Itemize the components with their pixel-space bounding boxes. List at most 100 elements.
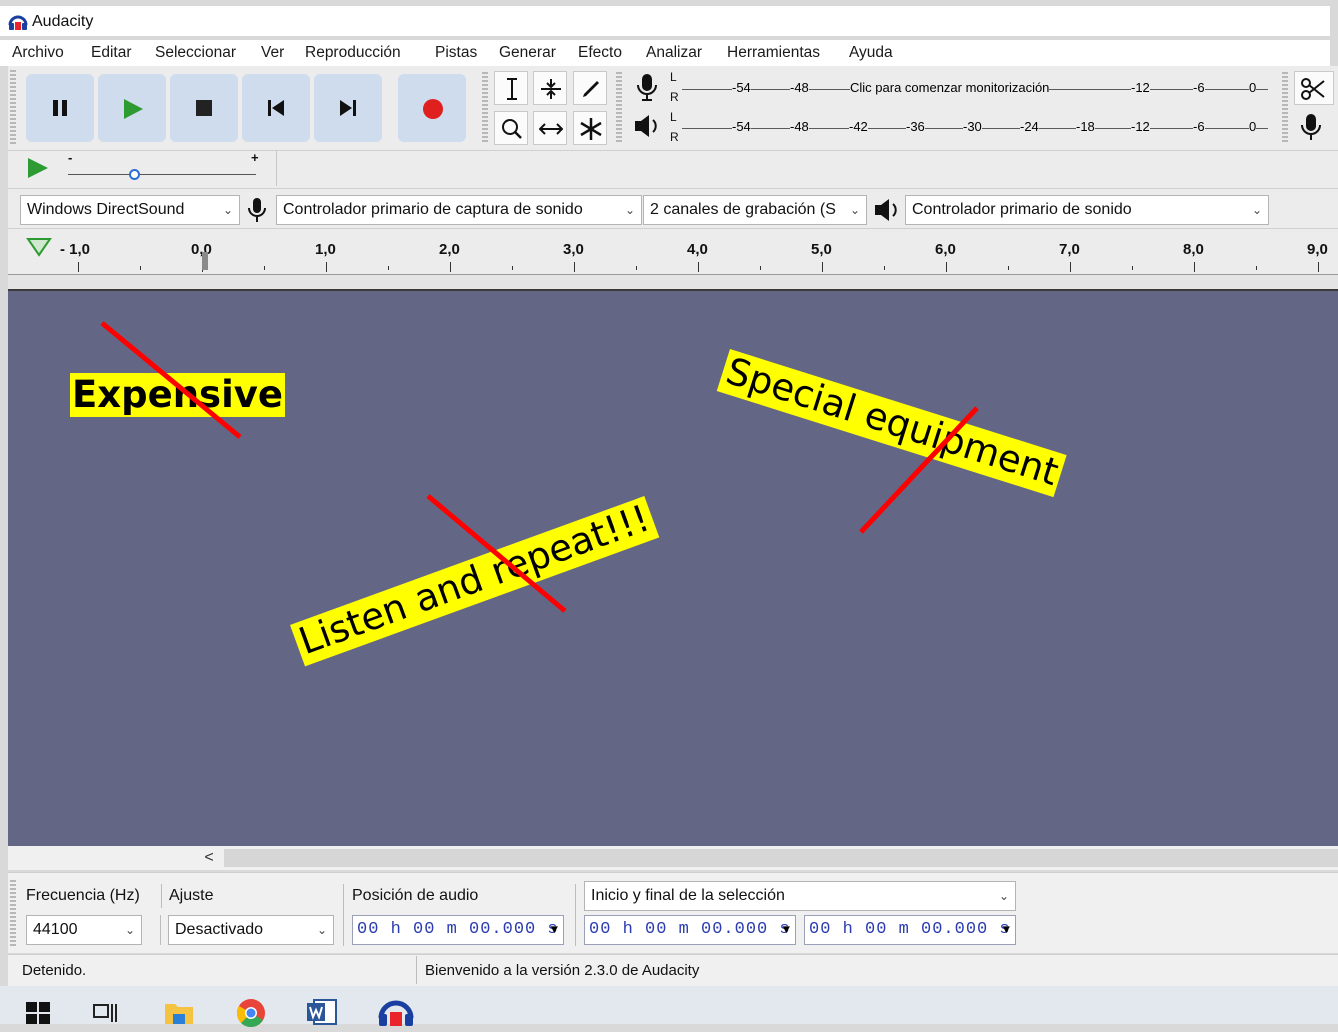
audio-host-value: Windows DirectSound [27,201,185,218]
audio-host-select[interactable]: Windows DirectSound ⌄ [20,195,240,225]
play-scale-42: -42 [849,119,868,134]
ruler-minor-tick [388,266,389,270]
menu-archivo[interactable]: Archivo [12,44,64,62]
dropdown-triangle-icon: ▼ [782,923,791,937]
menu-analizar[interactable]: Analizar [646,44,702,62]
skip-to-end-button[interactable] [314,74,382,142]
zoom-tool[interactable] [494,111,528,145]
stop-button[interactable] [170,74,238,142]
play-scale-30: -30 [963,119,982,134]
scroll-left-arrow-icon[interactable]: < [196,848,222,868]
recording-channels-select[interactable]: 2 canales de grabación (S ⌄ [643,195,867,225]
play-scale-12: -12 [1131,119,1150,134]
speed-plus: + [251,150,259,165]
menu-ver[interactable]: Ver [261,44,284,62]
record-meter-mic-icon[interactable] [634,72,660,106]
selection-start-field[interactable]: 00 h 00 m 00.000 s ▼ [584,915,796,945]
input-device-select[interactable]: Controlador primario de captura de sonid… [276,195,642,225]
selection-end-field[interactable]: 00 h 00 m 00.000 s ▼ [804,915,1016,945]
ruler-gap [8,275,1338,289]
track-area[interactable]: Expensive Special equipment Listen and r… [8,291,1338,846]
selection-tool[interactable] [494,71,528,105]
ruler-major-tick [1194,262,1195,272]
menu-editar[interactable]: Editar [91,44,132,62]
chrome-icon[interactable] [236,998,266,1032]
snap-select[interactable]: Desactivado ⌄ [168,915,334,945]
playback-meter[interactable]: -54 -48 -42 -36 -30 -24 -18 -12 -6 0 [682,110,1268,148]
skip-to-start-button[interactable] [242,74,310,142]
chevron-down-icon: ⌄ [624,203,635,217]
envelope-tool[interactable] [533,71,567,105]
project-rate-select[interactable]: 44100 ⌄ [26,915,142,945]
menu-ayuda[interactable]: Ayuda [849,44,893,62]
audacity-taskbar-icon[interactable] [376,996,416,1030]
i-beam-icon [507,78,517,100]
transport-grip[interactable] [10,70,16,146]
word-icon[interactable] [306,998,338,1030]
menu-pistas[interactable]: Pistas [435,44,477,62]
multi-tool[interactable] [573,111,607,145]
ruler-label: 6,0 [935,241,956,258]
scissors-icon [1301,78,1325,100]
strike-lines [100,321,979,613]
selection-toolbar-grip[interactable] [10,880,16,946]
menu-generar[interactable]: Generar [499,44,556,62]
pencil-icon [583,81,599,97]
task-view-icon[interactable] [93,1002,119,1028]
play-scale-48: -48 [790,119,809,134]
playhead-marker[interactable] [202,252,208,270]
record-meter[interactable]: -54 -48 Clic para comenzar monitorizació… [682,70,1268,110]
speed-slider-thumb[interactable] [128,169,140,180]
menu-efecto[interactable]: Efecto [578,44,622,62]
device-toolbar-divider [8,188,1338,189]
play-scale-24: -24 [1020,119,1039,134]
play-at-speed-button[interactable] [26,156,52,182]
ruler-major-tick [698,262,699,272]
snap-label: Ajuste [169,887,214,904]
rec-channel-left: L [670,70,677,84]
time-shift-tool[interactable] [533,111,567,145]
playback-meter-speaker-icon[interactable] [632,112,662,144]
ruler-major-tick [326,262,327,272]
window-title: Audacity [32,13,94,30]
edit-grip[interactable] [1282,72,1288,144]
ruler-minor-tick [884,266,885,270]
cut-button[interactable] [1294,71,1334,105]
timeline-options-button[interactable] [26,236,52,262]
playback-speed-slider[interactable]: - + [64,150,264,186]
status-state: Detenido. [22,962,87,979]
output-device-speaker-icon [872,196,902,228]
skip-start-icon [268,100,284,116]
audio-position-field[interactable]: 00 h 00 m 00.000 s ▼ [352,915,564,945]
menu-reproduccion[interactable]: Reproducción [305,44,401,62]
separator [416,956,417,984]
record-button[interactable] [398,74,466,142]
tools-grip[interactable] [482,72,488,144]
windows-start-icon[interactable] [26,1002,50,1028]
selection-mode-value: Inicio y final de la selección [591,887,785,904]
meter-grip[interactable] [616,72,622,144]
ruler-minor-tick [760,266,761,270]
ruler-major-tick [946,262,947,272]
ruler-major-tick [78,262,79,272]
menu-herramientas[interactable]: Herramientas [727,44,820,62]
skip-end-icon [340,100,356,116]
stop-icon [196,100,212,116]
ruler-major-tick [574,262,575,272]
draw-tool[interactable] [573,71,607,105]
menu-seleccionar[interactable]: Seleccionar [155,44,236,62]
horizontal-scrollbar-thumb[interactable] [224,849,1338,867]
dropdown-triangle-icon: ▼ [1002,923,1011,937]
audio-position-label: Posición de audio [352,887,479,904]
selection-end-value: 00 h 00 m 00.000 s [809,920,1011,939]
record-device-mic-icon[interactable] [1298,112,1324,146]
output-device-value: Controlador primario de sonido [912,201,1132,218]
ruler-label: 7,0 [1059,241,1080,258]
selection-start-value: 00 h 00 m 00.000 s [589,920,791,939]
record-meter-prompt[interactable]: Clic para comenzar monitorización [850,80,1050,95]
play-button[interactable] [98,74,166,142]
ruler-minor-tick [1008,266,1009,270]
pause-button[interactable] [26,74,94,142]
selection-mode-select[interactable]: Inicio y final de la selección ⌄ [584,881,1016,911]
output-device-select[interactable]: Controlador primario de sonido ⌄ [905,195,1269,225]
